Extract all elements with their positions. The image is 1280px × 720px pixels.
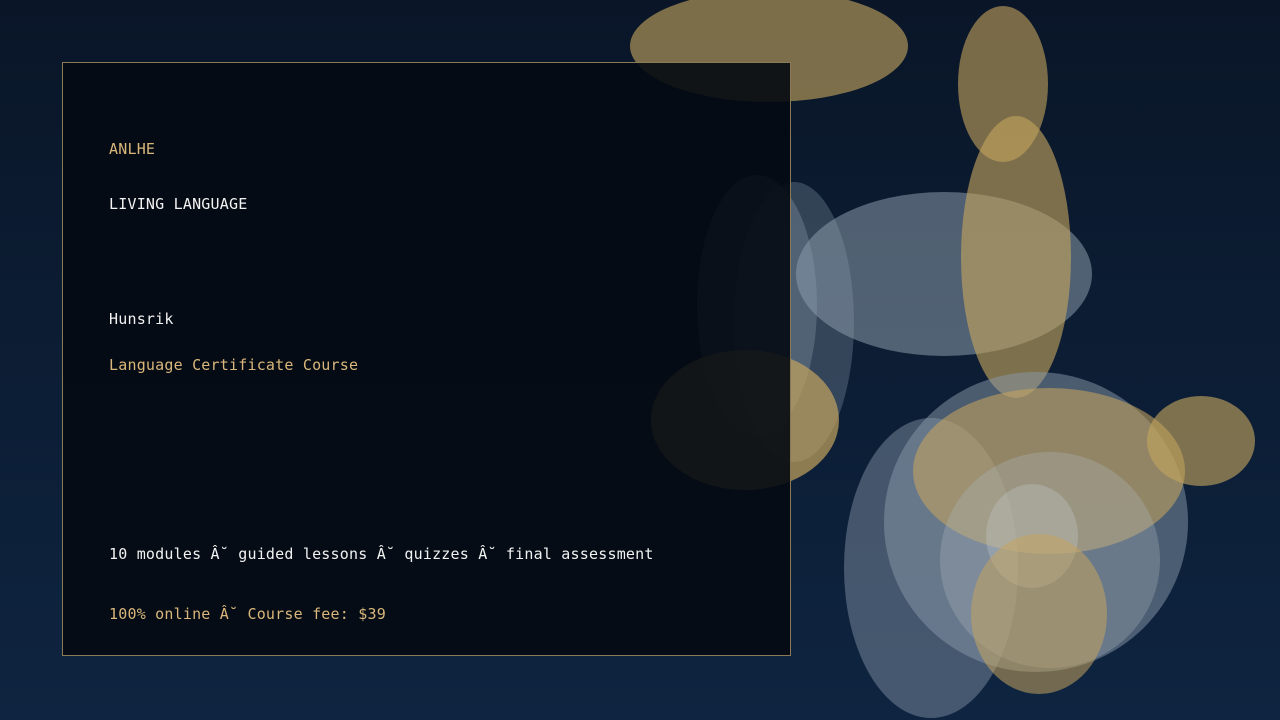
brand-name: ANLHE [109,140,156,158]
bubble [971,534,1107,694]
course-details: 10 modules Â˘ guided lessons Â˘ quizzes … [109,545,654,563]
course-fee: 100% online Â˘ Course fee: $39 [109,605,386,623]
bubble [1147,396,1255,486]
brand-tagline: LIVING LANGUAGE [109,195,248,213]
language-name: Hunsrik [109,310,174,328]
course-card: ANLHE LIVING LANGUAGE Hunsrik Language C… [62,62,791,656]
course-type: Language Certificate Course [109,356,359,374]
bubble [961,116,1071,398]
